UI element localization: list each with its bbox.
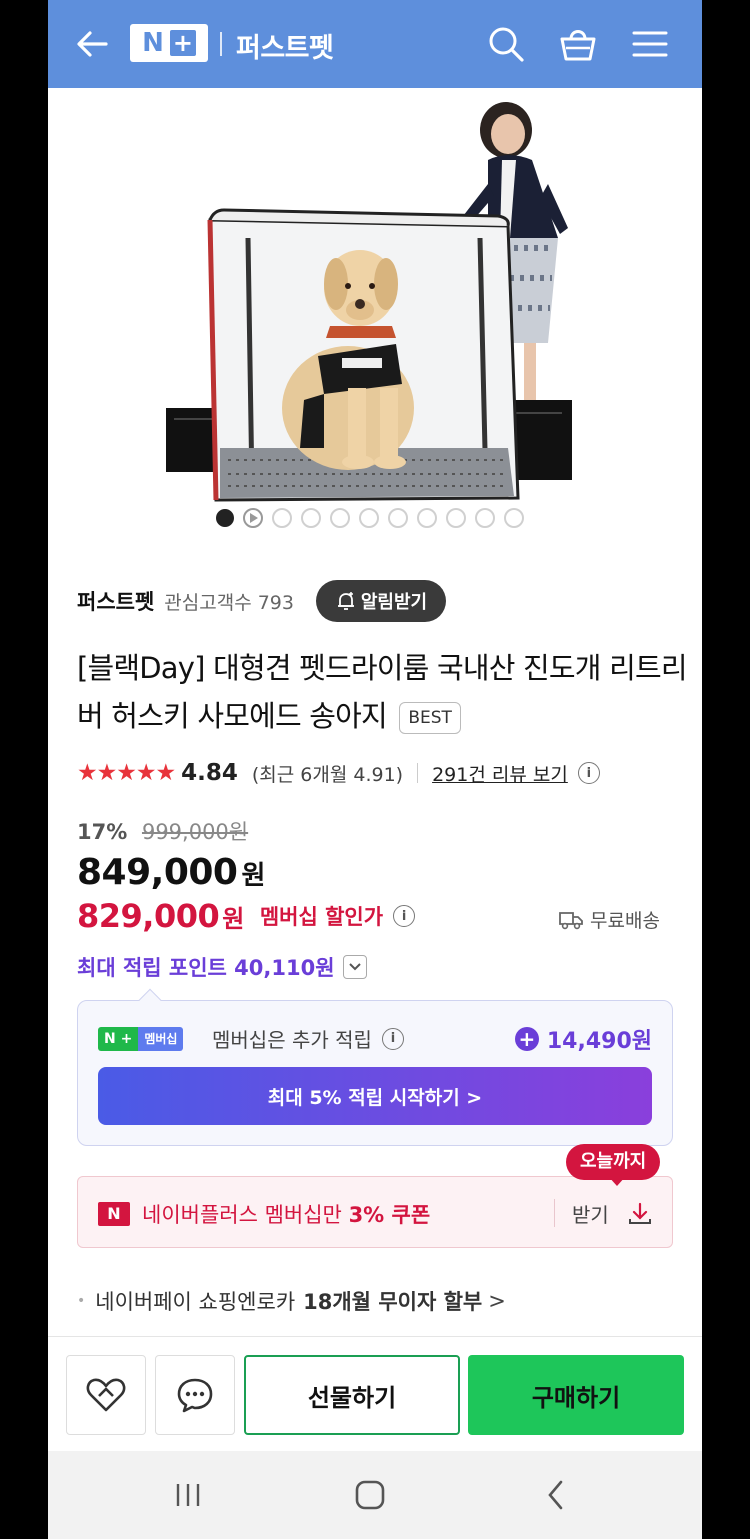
membership-text: 멤버십은 추가 적립 i [212,1024,404,1053]
rating-row: ★★★★★ 4.84 (최근 6개월 4.91) 291건 리뷰 보기 i [77,756,600,790]
logo-plus: + [169,30,196,56]
recent-apps-icon[interactable] [166,1475,210,1515]
chevron-down-icon[interactable] [342,955,367,979]
membership-start-button[interactable]: 최대 5% 적립 시작하기 > [98,1067,652,1125]
coupon-box[interactable]: N 네이버플러스 멤버십만 3% 쿠폰 받기 [77,1176,673,1248]
pagination-dot[interactable] [446,508,466,528]
product-title: [블랙Day] 대형견 펫드라이룸 국내산 진도개 리트리버 허스키 사모에드 … [77,644,688,740]
rating-stars-icon: ★★★★★ [77,760,176,786]
naver-n-icon: N [98,1202,130,1226]
pagination-dot[interactable] [475,508,495,528]
coupon-text-bold: 3% 쿠폰 [348,1203,431,1227]
alarm-label: 알림받기 [360,592,428,613]
followers-count: 관심고객수 793 [164,591,294,614]
info-icon[interactable]: i [381,1027,404,1050]
naver-plus-logo[interactable]: N + [130,24,208,62]
search-icon[interactable] [484,22,528,66]
truck-icon [559,911,583,929]
badge-tail [608,1176,626,1186]
member-price-currency: 원 [222,905,244,933]
npay-bold: 18개월 무이자 할부 [303,1290,483,1314]
pagination-dot[interactable] [359,508,379,528]
coupon-get-button[interactable]: 받기 [572,1199,653,1228]
product-title-text: [블랙Day] 대형견 펫드라이룸 국내산 진도개 리트리버 허스키 사모에드 … [77,651,688,733]
membership-text-label: 멤버십은 추가 적립 [212,1028,372,1052]
plus-circle-icon: + [514,1027,539,1051]
discount-row: 17% 999,000원 [77,816,248,846]
box-pointer [138,988,162,1012]
member-price-row: 829,000 원 멤버십 할인가 i [77,897,416,935]
pagination-dot[interactable] [272,508,292,528]
chevron-right-icon: > [488,1289,506,1313]
pagination-dot[interactable] [330,508,350,528]
store-info-row: 퍼스트펫 관심고객수 793 [77,580,294,622]
info-icon[interactable]: i [393,905,416,927]
coupon-text: 네이버플러스 멤버십만 3% 쿠폰 [142,1199,430,1229]
pet-dryroom-product-photo[interactable] [48,88,702,508]
buy-button[interactable]: 구매하기 [468,1355,684,1435]
chat-icon [177,1378,213,1413]
system-nav-bar [48,1451,702,1539]
download-icon [628,1202,651,1224]
free-shipping-label: 무료배송 [590,910,660,932]
pagination-dot[interactable] [301,508,321,528]
logo-n: N [142,28,164,58]
best-badge: BEST [399,702,461,734]
wish-button[interactable] [66,1355,146,1435]
action-bar: 선물하기 구매하기 [48,1337,702,1451]
back-icon[interactable] [534,1475,578,1515]
store-title[interactable]: 퍼스트펫 [236,26,334,65]
review-link[interactable]: 291건 리뷰 보기 [432,760,568,787]
store-name[interactable]: 퍼스트펫 [77,586,154,616]
member-price-amount: 829,000 [77,897,220,935]
membership-badge: N + 멤버십 [98,1027,184,1051]
gallery-pagination [216,508,524,528]
membership-bonus: + 14,490원 [514,1023,652,1055]
bell-plus-icon [337,592,354,610]
talk-button[interactable] [155,1355,235,1435]
rating-score: 4.84 [181,760,238,786]
max-points: 최대 적립 포인트 40,110원 [77,956,335,980]
membership-badge-logo: N + [98,1027,139,1051]
sale-price-currency: 원 [241,861,265,891]
discount-percent: 17% [77,820,128,844]
recent-rating: (최근 6개월 4.91) [251,763,404,786]
membership-badge-label: 멤버십 [138,1027,184,1051]
shopping-bag-icon[interactable] [556,22,600,66]
phone-screen: N + 퍼스트펫 퍼스트펫 관심고객수 793 알림받기 [블랙Day] 대형견… [48,0,702,1539]
coupon-get-label: 받기 [572,1203,609,1227]
until-today-badge: 오늘까지 [566,1144,661,1180]
menu-icon[interactable] [628,22,672,66]
pagination-dot[interactable] [388,508,408,528]
free-shipping: 무료배송 [558,906,660,933]
video-play-icon[interactable] [243,508,263,528]
membership-box: N + 멤버십 멤버십은 추가 적립 i + 14,490원 최대 5% 적립 … [77,988,673,1146]
info-icon[interactable]: i [577,762,600,784]
home-icon[interactable] [348,1475,392,1515]
max-points-row[interactable]: 최대 적립 포인트 40,110원 [77,952,367,982]
divider [417,763,419,783]
bullet: • [77,1293,86,1309]
title-separator [220,32,222,56]
back-arrow-icon[interactable] [70,22,114,66]
sale-price-amount: 849,000 [77,852,238,893]
gift-button[interactable]: 선물하기 [244,1355,460,1435]
pagination-dot[interactable] [417,508,437,528]
member-price: 829,000 원 [77,897,244,935]
top-bar: N + 퍼스트펫 [48,0,702,88]
divider [554,1199,555,1227]
heart-icon [86,1378,126,1412]
npay-installment-row[interactable]: • 네이버페이 쇼핑엔로카 18개월 무이자 할부 > [77,1286,506,1316]
member-price-label: 멤버십 할인가 [259,905,384,929]
sale-price: 849,000 원 [77,852,265,893]
pagination-dot-active[interactable] [216,509,234,527]
alarm-button[interactable]: 알림받기 [316,580,446,622]
membership-bonus-amount: 14,490원 [546,1029,652,1054]
coupon-text-prefix: 네이버플러스 멤버십만 [142,1203,349,1227]
npay-text: 네이버페이 쇼핑엔로카 [95,1290,296,1314]
pagination-dot[interactable] [504,508,524,528]
original-price: 999,000원 [141,820,249,844]
